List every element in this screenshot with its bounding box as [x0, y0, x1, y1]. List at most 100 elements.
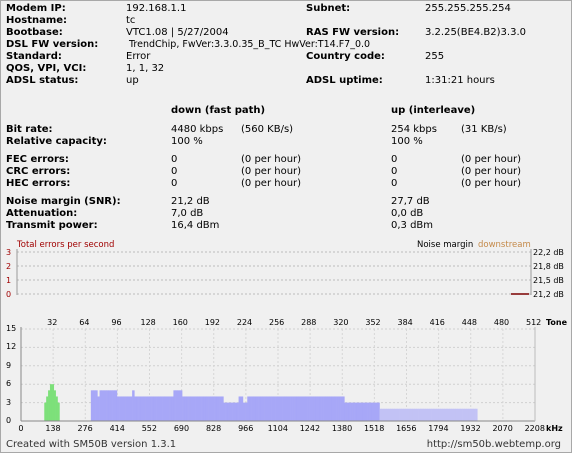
- bits-bar-172: [442, 408, 445, 421]
- tone-tick-384: 384: [397, 318, 413, 327]
- bits-bar-155: [405, 408, 409, 421]
- bits-y-tick-6: 6: [6, 379, 12, 389]
- bits-bar-33: [145, 396, 148, 421]
- bits-bar-2: [48, 390, 51, 421]
- bits-bar-143: [379, 408, 382, 421]
- bits-bar-109: [309, 396, 312, 421]
- bits-bar-124: [340, 396, 343, 421]
- tone-tick-288: 288: [301, 318, 317, 327]
- bits-bar-11: [97, 396, 100, 421]
- bits-x-tick-2208: 2208: [524, 424, 545, 433]
- footer-url[interactable]: http://sm50b.webtemp.org: [427, 439, 561, 451]
- bits-bar-56: [195, 396, 198, 421]
- bits-bar-101: [292, 396, 295, 421]
- bits-bar-96: [282, 396, 285, 421]
- bits-bar-159: [414, 408, 417, 421]
- bits-y-tick-15: 15: [6, 324, 17, 333]
- bits-bar-27: [132, 390, 135, 421]
- bits-bar-72: [229, 402, 233, 421]
- bits-bar-176: [451, 408, 454, 421]
- bits-bar-148: [390, 408, 393, 421]
- bits-bar-167: [431, 408, 435, 421]
- bits-bar-113: [317, 396, 320, 421]
- bits-bar-66: [216, 396, 220, 421]
- bits-bar-43: [166, 396, 170, 421]
- bits-bar-127: [346, 402, 349, 421]
- bits-bar-55: [192, 396, 196, 421]
- bits-bar-42: [164, 396, 168, 421]
- bits-bar-12: [99, 390, 102, 421]
- bits-bar-182: [464, 408, 467, 421]
- bits-bar-97: [284, 396, 287, 421]
- bits-bar-41: [162, 396, 166, 421]
- bits-bar-81: [249, 396, 252, 421]
- bits-bar-73: [232, 402, 235, 421]
- bits-bar-152: [399, 408, 402, 421]
- bits-bar-47: [175, 390, 179, 421]
- bits-x-tick-1518: 1518: [363, 424, 385, 433]
- bits-x-tick-966: 966: [238, 424, 254, 433]
- bits-x-tick-1242: 1242: [299, 424, 321, 433]
- bits-bar-32: [142, 396, 146, 421]
- bits-bar-158: [412, 408, 415, 421]
- bits-bar-171: [440, 408, 443, 421]
- bits-bar-183: [466, 408, 469, 421]
- bits-bar-62: [208, 396, 211, 421]
- bits-bar-162: [420, 408, 424, 421]
- bits-bar-75: [236, 402, 239, 421]
- tone-tick-352: 352: [365, 318, 381, 327]
- bits-x-tick-690: 690: [173, 424, 190, 433]
- bits-bar-61: [205, 396, 209, 421]
- bits-bar-160: [416, 408, 419, 421]
- bits-bar-102: [294, 396, 298, 421]
- tone-tick-256: 256: [269, 318, 285, 327]
- bits-bar-130: [352, 402, 355, 421]
- bits-bar-166: [429, 408, 432, 421]
- bits-bar-5: [53, 390, 56, 421]
- bits-bar-110: [311, 396, 314, 421]
- tone-tick-32: 32: [47, 318, 58, 327]
- bits-bar-57: [197, 396, 200, 421]
- bits-bar-58: [199, 396, 202, 421]
- bits-bar-69: [223, 402, 226, 421]
- tone-tick-160: 160: [172, 318, 188, 327]
- bits-bar-31: [140, 396, 144, 421]
- bits-bar-88: [264, 396, 268, 421]
- bits-bar-49: [179, 390, 183, 421]
- bits-bar-165: [427, 408, 430, 421]
- chart-graphics: [16, 249, 536, 422]
- bits-bar-67: [219, 396, 222, 421]
- bits-bar-107: [305, 396, 308, 421]
- bits-bar-59: [201, 396, 205, 421]
- tone-tick-512: 512: [526, 318, 542, 327]
- errors-chart-grid: [16, 249, 532, 295]
- bits-bar-68: [221, 396, 224, 421]
- tone-tick-96: 96: [111, 318, 122, 327]
- bits-bar-79: [245, 402, 248, 421]
- bits-chart-bars: [44, 384, 478, 421]
- bits-bar-139: [371, 402, 374, 421]
- bits-bar-114: [319, 396, 322, 421]
- bits-bar-86: [260, 396, 263, 421]
- bits-x-tick-1104: 1104: [267, 424, 288, 433]
- bits-bar-137: [367, 402, 370, 421]
- bits-bar-14: [103, 390, 107, 421]
- bits-bar-63: [210, 396, 213, 421]
- bits-bar-92: [273, 396, 276, 421]
- bits-bar-51: [184, 396, 187, 421]
- bits-bar-38: [156, 396, 159, 421]
- bits-bar-133: [358, 402, 362, 421]
- bits-bar-25: [127, 396, 131, 421]
- bits-bar-145: [383, 408, 387, 421]
- bits-bar-17: [110, 390, 113, 421]
- bits-y-tick-0: 0: [6, 416, 12, 425]
- bits-bar-153: [401, 408, 404, 421]
- bits-bar-186: [472, 408, 476, 421]
- bits-bar-37: [153, 396, 157, 421]
- bits-bar-134: [360, 402, 364, 421]
- bits-bar-76: [238, 396, 242, 421]
- tone-tick-416: 416: [429, 318, 445, 327]
- bits-bar-16: [108, 390, 111, 421]
- bits-bar-180: [459, 408, 463, 421]
- bits-bar-111: [313, 396, 316, 421]
